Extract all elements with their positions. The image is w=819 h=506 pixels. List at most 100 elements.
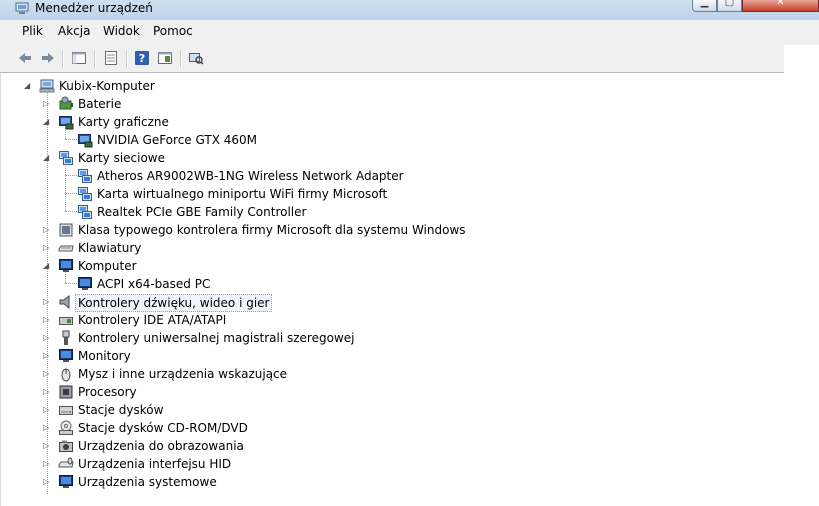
device-tree[interactable]: ◢ Kubix-Komputer ▷ Baterie ◢ Karty grafi…: [0, 73, 785, 506]
tree-item-kontrolery-dzwieku[interactable]: ▷ Kontrolery dźwięku, wideo i gier: [1, 293, 785, 312]
tree-item-stacje-dyskow[interactable]: ▷ Stacje dysków: [1, 401, 785, 419]
collapse-icon[interactable]: ◢: [43, 117, 51, 126]
scan-hardware-icon[interactable]: [188, 50, 204, 66]
tree-root[interactable]: ◢ Kubix-Komputer: [1, 77, 785, 95]
window-controls: ▁ ▢ ✕: [692, 0, 819, 13]
tree-item-klawiatury[interactable]: ▷ Klawiatury: [1, 239, 785, 257]
tree-item-label: Kontrolery IDE ATA/ATAPI: [78, 313, 227, 327]
tree-item-procesory[interactable]: ▷ Procesory: [1, 383, 785, 401]
collapse-icon[interactable]: ◢: [24, 81, 32, 90]
tree-item-baterie[interactable]: ▷ Baterie: [1, 95, 785, 113]
tree-item-karty-graficzne[interactable]: ◢ Karty graficzne: [1, 113, 785, 131]
tree-item-obrazowanie[interactable]: ▷ Urządzenia do obrazowania: [1, 437, 785, 455]
toolbar: ?: [0, 45, 784, 73]
maximize-button[interactable]: ▢: [717, 0, 742, 12]
expand-icon[interactable]: ▷: [43, 423, 51, 432]
network-adapter-icon: [78, 187, 92, 201]
tree-item-label: Procesory: [78, 385, 137, 399]
expand-icon[interactable]: ▷: [43, 99, 51, 108]
tree-item-monitory[interactable]: ▷ Monitory: [1, 347, 785, 365]
expand-icon[interactable]: ▷: [43, 351, 51, 360]
tree-item-label: Karty graficzne: [78, 115, 169, 129]
tree-item-label: Monitory: [78, 349, 131, 363]
tree-item-ide[interactable]: ▷ Kontrolery IDE ATA/ATAPI: [1, 311, 785, 329]
close-icon: ✕: [776, 0, 785, 8]
properties-icon[interactable]: [103, 50, 119, 66]
menu-action[interactable]: Akcja: [58, 24, 90, 38]
window-title: Menedżer urządzeń: [35, 1, 153, 15]
tree-item-label: Mysz i inne urządzenia wskazujące: [78, 367, 288, 381]
tree-item-label: Komputer: [78, 259, 137, 273]
tree-item-label: ACPI x64-based PC: [97, 277, 211, 291]
network-adapter-icon: [59, 151, 73, 165]
tree-item-label: Stacje dysków: [78, 403, 164, 417]
tree-item-label: Baterie: [78, 97, 122, 111]
tree-item-nvidia[interactable]: NVIDIA GeForce GTX 460M: [1, 131, 785, 149]
hid-icon: [58, 457, 74, 468]
tree-item-label: Realtek PCIe GBE Family Controller: [97, 205, 307, 219]
menu-view[interactable]: Widok: [103, 24, 140, 38]
expand-icon[interactable]: ▷: [43, 243, 51, 252]
tree-item-acpi[interactable]: ACPI x64-based PC: [1, 275, 785, 293]
expand-icon[interactable]: ▷: [43, 369, 51, 378]
tree-item-komputer[interactable]: ◢ Komputer: [1, 257, 785, 275]
tree-item-label: Kontrolery uniwersalnej magistrali szere…: [78, 331, 355, 345]
expand-icon[interactable]: ▷: [43, 441, 51, 450]
tree-item-hid[interactable]: ▷ Urządzenia interfejsu HID: [1, 455, 785, 473]
tree-root-label: Kubix-Komputer: [59, 79, 155, 93]
computer-icon: [78, 277, 92, 290]
battery-icon: [59, 96, 73, 110]
expand-icon[interactable]: ▷: [43, 477, 51, 486]
tree-item-klasa-kontrolera[interactable]: ▷ Klasa typowego kontrolera firmy Micros…: [1, 221, 785, 239]
cdrom-icon: [59, 420, 73, 435]
expand-icon[interactable]: ▷: [43, 297, 51, 306]
tree-item-label: Klasa typowego kontrolera firmy Microsof…: [78, 223, 466, 237]
help-icon[interactable]: ?: [134, 50, 150, 66]
expand-icon[interactable]: ▷: [43, 405, 51, 414]
tree-item-karty-sieciowe[interactable]: ◢ Karty sieciowe: [1, 149, 785, 167]
camera-icon: [59, 440, 73, 452]
monitor-icon: [59, 349, 73, 362]
tree-item-realtek[interactable]: Realtek PCIe GBE Family Controller: [1, 203, 785, 221]
tree-item-atheros[interactable]: Atheros AR9002WB-1NG Wireless Network Ad…: [1, 167, 785, 185]
expand-icon[interactable]: ▷: [43, 387, 51, 396]
svg-text:?: ?: [139, 52, 145, 65]
disk-drive-icon: [59, 406, 73, 415]
menu-bar: Plik Akcja Widok Pomoc: [0, 20, 819, 45]
tree-item-cdrom[interactable]: ▷ Stacje dysków CD-ROM/DVD: [1, 419, 785, 437]
title-bar: Menedżer urządzeń ▁ ▢ ✕: [0, 0, 819, 20]
menu-file[interactable]: Plik: [22, 24, 43, 38]
expand-icon[interactable]: ▷: [43, 315, 51, 324]
minimize-button[interactable]: ▁: [692, 0, 717, 12]
tree-item-systemowe[interactable]: ▷ Urządzenia systemowe: [1, 473, 785, 491]
close-button[interactable]: ✕: [742, 0, 819, 12]
tree-item-label: Karta wirtualnego miniportu WiFi firmy M…: [97, 187, 388, 201]
keyboard-icon: [58, 245, 74, 252]
processor-icon: [59, 385, 73, 399]
controller-icon: [59, 223, 73, 237]
tree-item-mysz[interactable]: ▷ Mysz i inne urządzenia wskazujące: [1, 365, 785, 383]
tree-item-label: Atheros AR9002WB-1NG Wireless Network Ad…: [97, 169, 404, 183]
computer-icon: [59, 259, 73, 272]
tree-item-label: Karty sieciowe: [78, 151, 166, 165]
computer-icon: [39, 79, 55, 93]
forward-arrow-icon[interactable]: [40, 50, 56, 66]
back-arrow-icon[interactable]: [17, 50, 33, 66]
mouse-icon: [61, 368, 71, 382]
tree-item-microsoft-wifi[interactable]: Karta wirtualnego miniportu WiFi firmy M…: [1, 185, 785, 203]
expand-icon[interactable]: ▷: [43, 459, 51, 468]
tree-item-label: Urządzenia interfejsu HID: [78, 457, 232, 471]
show-hidden-icon[interactable]: [157, 50, 173, 66]
console-tree-icon[interactable]: [71, 50, 87, 66]
tree-item-usb[interactable]: ▷ Kontrolery uniwersalnej magistrali sze…: [1, 329, 785, 347]
menu-help[interactable]: Pomoc: [153, 24, 193, 38]
collapse-icon[interactable]: ◢: [43, 153, 51, 162]
tree-item-label: NVIDIA GeForce GTX 460M: [97, 133, 257, 147]
device-manager-app-icon: [15, 2, 29, 14]
expand-icon[interactable]: ▷: [43, 225, 51, 234]
system-device-icon: [59, 475, 73, 488]
tree-item-label: Klawiatury: [78, 241, 142, 255]
tree-item-label: Stacje dysków CD-ROM/DVD: [78, 421, 248, 435]
expand-icon[interactable]: ▷: [43, 333, 51, 342]
collapse-icon[interactable]: ◢: [43, 261, 51, 270]
